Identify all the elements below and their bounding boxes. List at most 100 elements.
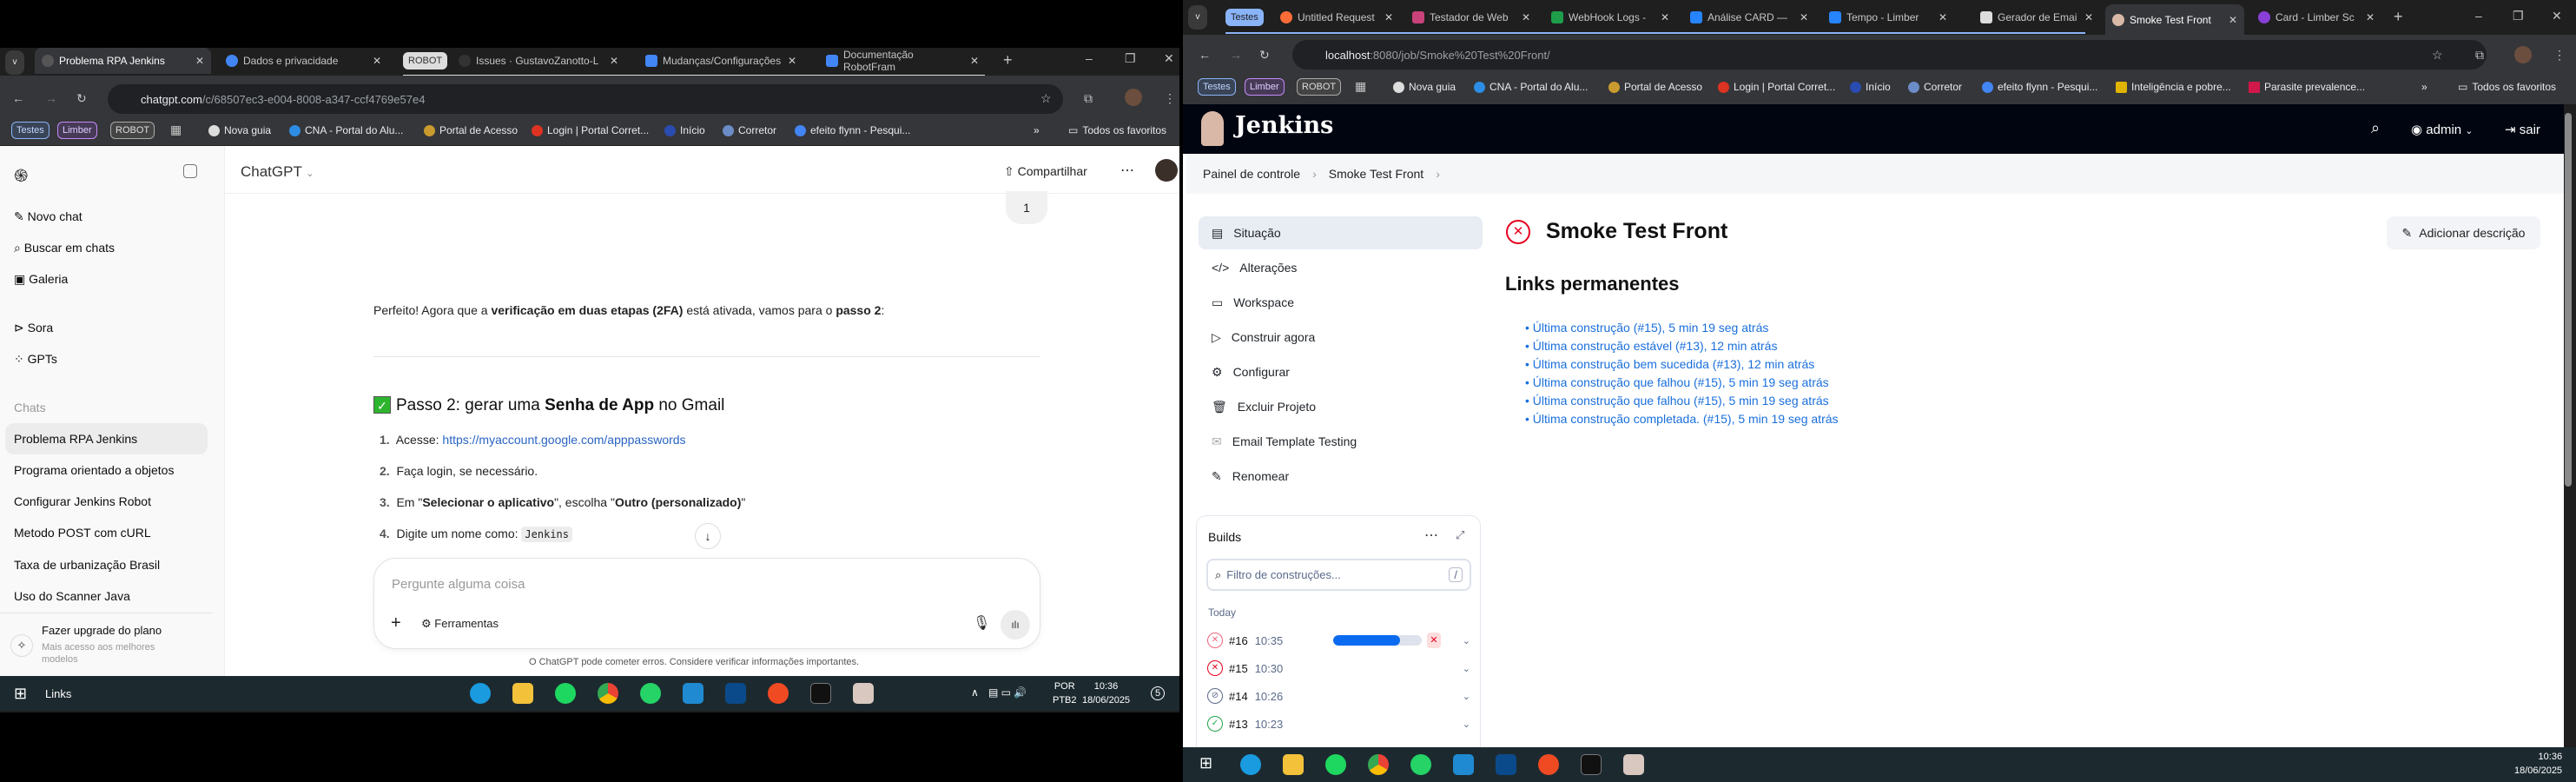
extensions-icon[interactable]: ⧉ [2475, 48, 2484, 63]
terminal-icon[interactable] [1581, 754, 1602, 775]
menu-icon[interactable]: ⋮ [1164, 91, 1176, 106]
bookmark-cna[interactable]: CNA - Portal do Alu... [1474, 81, 1588, 93]
tab-gerador-email[interactable]: Gerador de Emai ✕ [1973, 4, 2100, 30]
bookmark-portal-acesso[interactable]: Portal de Acesso [1608, 81, 1702, 93]
jenkins-app-icon[interactable] [853, 683, 874, 704]
close-icon[interactable]: ✕ [195, 55, 204, 67]
wps-office-icon[interactable] [768, 683, 789, 704]
tab-card-limber[interactable]: Card - Limber Sc ✕ [2251, 4, 2381, 30]
vscode-icon[interactable] [1453, 754, 1474, 775]
tab-group-robot[interactable]: ROBOT [403, 52, 448, 70]
new-tab-icon[interactable]: + [1003, 51, 1013, 70]
chrome-icon[interactable] [598, 683, 618, 704]
bookmark-portal-acesso[interactable]: Portal de Acesso [424, 124, 518, 136]
bookmark-nova-guia[interactable]: Nova guia [208, 124, 271, 136]
close-icon[interactable]: ✕ [610, 55, 618, 67]
bookmark-corretor[interactable]: Corretor [1908, 81, 1962, 93]
tab-tempo-limber[interactable]: Tempo - Limber ✕ [1822, 4, 1954, 30]
bookmark-login-portal[interactable]: Login | Portal Corret... [532, 124, 649, 136]
windows-start-icon[interactable]: ⊞ [1199, 754, 1212, 772]
whatsapp-icon[interactable] [1410, 754, 1431, 775]
permalink[interactable]: • Última construção (#15), 5 min 19 seg … [1525, 319, 1839, 337]
bookmarks-overflow[interactable]: » [2421, 81, 2427, 93]
close-icon[interactable]: ✕ [2229, 14, 2237, 26]
bookmarks-overflow[interactable]: » [1034, 124, 1040, 136]
microphone-icon[interactable]: 🎙 [973, 614, 990, 632]
permalink[interactable]: • Última construção estável (#13), 12 mi… [1525, 337, 1839, 355]
sidebar-toggle-icon[interactable] [183, 164, 197, 178]
chat-item[interactable]: Programa orientado a objetos [14, 463, 174, 477]
minimize-icon[interactable]: – [1086, 51, 1093, 65]
permalink[interactable]: • Última construção que falhou (#15), 5 … [1525, 392, 1839, 410]
bookmark-star-icon[interactable]: ☆ [1040, 91, 1052, 106]
bookmark-efeito-flynn[interactable]: efeito flynn - Pesqui... [1982, 81, 2097, 93]
tab-search-button[interactable]: v [1188, 5, 1207, 30]
tab-webhook-logs[interactable]: WebHook Logs - ✕ [1544, 4, 1676, 30]
windows-start-icon[interactable]: ⊞ [14, 685, 27, 703]
page-scrollbar[interactable] [2565, 113, 2572, 487]
sidebar-item-renomear[interactable]: ✎ Renomear [1199, 460, 1483, 493]
builds-filter-input[interactable]: ⌕ Filtro de construções... / [1206, 559, 1471, 591]
maps-app-icon[interactable] [725, 683, 746, 704]
scroll-to-bottom-button[interactable]: ↓ [695, 523, 721, 549]
close-icon[interactable]: ✕ [788, 55, 796, 67]
upgrade-plan-link[interactable]: Fazer upgrade do plano [42, 624, 162, 637]
sidebar-item-construir-agora[interactable]: ▷ Construir agora [1199, 321, 1483, 354]
close-window-icon[interactable]: ✕ [2552, 9, 2562, 23]
clock[interactable]: 10:36 18/06/2025 [2514, 750, 2562, 778]
user-menu[interactable]: ◉ admin ⌄ [2411, 122, 2474, 137]
close-icon[interactable]: ✕ [1800, 11, 1808, 23]
spotify-icon[interactable] [1325, 754, 1346, 775]
jenkins-logo-icon[interactable] [1201, 111, 1224, 146]
bookmark-group-limber[interactable]: Limber [57, 122, 97, 139]
tools-button[interactable]: ⚙ Ferramentas [421, 617, 499, 631]
close-icon[interactable]: ✕ [1661, 11, 1669, 23]
sidebar-item-configurar[interactable]: ⚙ Configurar [1199, 355, 1483, 388]
bookmark-group-robot[interactable]: ROBOT [1297, 78, 1342, 96]
close-icon[interactable]: ✕ [2084, 11, 2093, 23]
bookmark-group-testes[interactable]: Testes [1198, 78, 1236, 96]
builds-expand-icon[interactable]: ⤢ [1456, 528, 1464, 542]
attach-plus-icon[interactable]: + [391, 613, 401, 633]
jenkins-brand[interactable]: Jenkins [1235, 112, 1333, 139]
whatsapp-icon[interactable] [640, 683, 661, 704]
breadcrumb-dashboard[interactable]: Painel de controle [1203, 167, 1300, 181]
close-icon[interactable]: ✕ [1939, 11, 1947, 23]
profile-avatar[interactable] [2514, 46, 2532, 63]
tab-problema-rpa-jenkins[interactable]: Problema RPA Jenkins ✕ [35, 48, 211, 74]
close-icon[interactable]: ✕ [373, 55, 381, 67]
close-icon[interactable]: ✕ [2366, 11, 2375, 23]
close-icon[interactable]: ✕ [1522, 11, 1530, 23]
chevron-down-icon[interactable]: ⌄ [1463, 719, 1470, 730]
tab-dados-privacidade[interactable]: Dados e privacidade ✕ [219, 48, 388, 74]
sidebar-item-situacao[interactable]: ▤ Situação [1199, 216, 1483, 249]
permalink[interactable]: • Última construção completada. (#15), 5… [1525, 410, 1839, 428]
close-icon[interactable]: ✕ [1384, 11, 1393, 23]
sidebar-item-excluir[interactable]: 🗑 Excluir Projeto [1199, 390, 1483, 423]
new-tab-icon[interactable]: + [2394, 8, 2403, 26]
apppasswords-link[interactable]: https://myaccount.google.com/apppassword… [442, 433, 685, 447]
tab-smoke-test-front[interactable]: Smoke Test Front ✕ [2105, 4, 2244, 35]
notification-badge[interactable]: 5 [1151, 686, 1165, 700]
profile-avatar[interactable] [1125, 89, 1142, 106]
logout-link[interactable]: ⇥ sair [2505, 122, 2540, 137]
build-row[interactable]: ✕ #16 10:35 ⌄ ✕ [1207, 627, 1472, 653]
bookmark-group-robot[interactable]: ROBOT [110, 122, 155, 139]
chat-item[interactable]: Taxa de urbanização Brasil [14, 558, 160, 572]
all-bookmarks[interactable]: ▭ Todos os favoritos [2458, 81, 2556, 93]
menu-icon[interactable]: ⋮ [2553, 48, 2566, 63]
forward-icon[interactable]: → [45, 91, 57, 105]
bookmark-parasite[interactable]: Parasite prevalence... [2249, 81, 2365, 93]
edge-icon[interactable] [470, 683, 491, 704]
chat-item[interactable]: Configurar Jenkins Robot [14, 494, 151, 508]
reload-icon[interactable]: ↻ [1259, 48, 1270, 63]
close-icon[interactable]: ✕ [970, 55, 979, 67]
address-bar[interactable]: localhost:8080/job/Smoke%20Test%20Front/ [1292, 40, 2487, 70]
bookmark-nova-guia[interactable]: Nova guia [1393, 81, 1456, 93]
sidebar-item-sora[interactable]: ⊳ Sora [14, 321, 53, 335]
address-bar[interactable]: chatgpt.com/c/68507ec3-e004-8008-a347-cc… [108, 84, 1063, 114]
voice-mode-button[interactable]: ılı [1001, 610, 1030, 640]
openai-logo-icon[interactable]: ֍ [14, 163, 28, 187]
bookmark-inicio[interactable]: Início [1850, 81, 1891, 93]
apps-grid-icon[interactable]: ▦ [170, 123, 182, 137]
